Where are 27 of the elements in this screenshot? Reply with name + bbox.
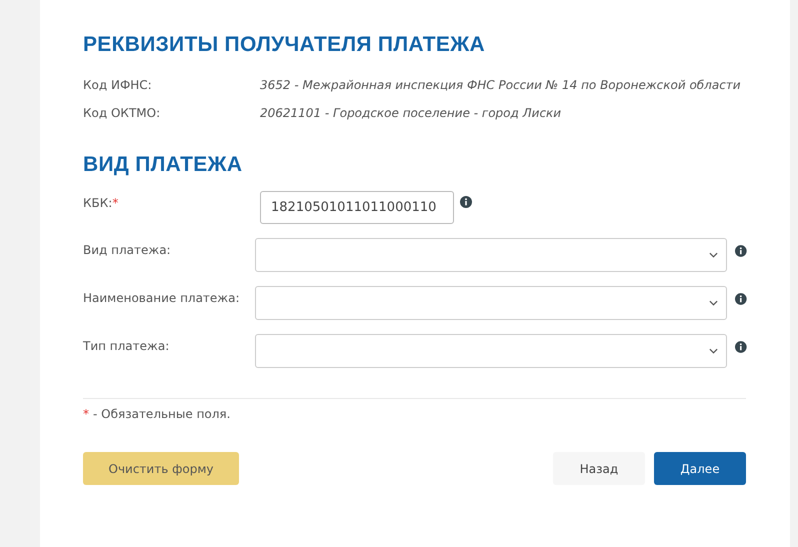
info-icon[interactable]: [735, 245, 747, 257]
section-title: РЕКВИЗИТЫ ПОЛУЧАТЕЛЯ ПЛАТЕЖА: [83, 32, 486, 57]
next-button[interactable]: Далее: [654, 452, 746, 485]
field-label: Код ИФНС:: [83, 78, 153, 92]
select-field[interactable]: [254, 334, 728, 368]
clear-form-button[interactable]: Очистить форму: [83, 452, 239, 485]
field-label: Код ОКТМО:: [83, 106, 162, 120]
select-field[interactable]: [254, 286, 728, 320]
field-value: 3652 - Межрайонная инспекция ФНС России № 14 по Воронежской области: [260, 78, 741, 92]
required-note: - Обязательные поля.: [93, 407, 230, 421]
info-icon[interactable]: [735, 341, 747, 353]
chevron-down-icon: [709, 252, 718, 258]
chevron-down-icon: [709, 348, 718, 354]
field-label: Наименование платежа:: [83, 291, 240, 305]
field-value: 20621101 - Городское поселение - город Лиски: [260, 106, 562, 120]
required-mark: *: [112, 196, 118, 210]
info-icon[interactable]: [735, 293, 747, 305]
info-icon[interactable]: [460, 196, 472, 208]
field-label: Вид платежа:: [83, 243, 171, 257]
field-label: КБК:: [83, 196, 112, 210]
field-label: Тип платежа:: [83, 339, 170, 353]
back-button[interactable]: Назад: [553, 452, 645, 485]
select-field[interactable]: [254, 238, 728, 272]
kbk-input[interactable]: 18210501011011000110: [260, 191, 454, 224]
chevron-down-icon: [709, 300, 718, 306]
section-title: ВИД ПЛАТЕЖА: [83, 152, 244, 177]
required-mark: *: [83, 407, 89, 421]
